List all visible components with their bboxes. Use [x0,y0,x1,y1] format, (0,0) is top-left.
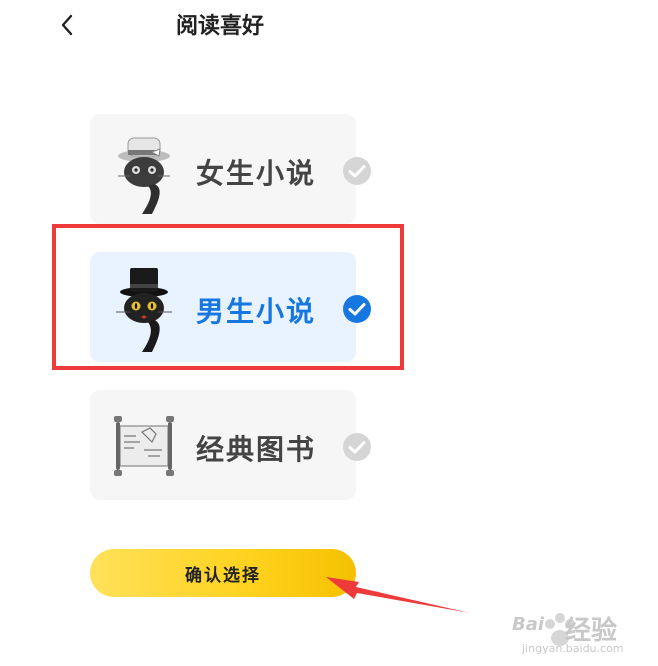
check-circle-icon [343,157,371,185]
watermark-url: jingyan.baidu.com [522,642,624,655]
highlight-annotation-box [52,224,404,370]
confirm-selection-button[interactable]: 确认选择 [90,549,356,597]
header-bar: 阅读喜好 [0,0,658,50]
check-circle-icon [343,433,371,461]
arrow-annotation-icon [326,577,470,613]
page-title: 阅读喜好 [176,13,265,39]
back-button[interactable] [52,8,84,42]
option-card-female-novel[interactable]: 女生小说 [90,114,371,224]
ancient-scroll-icon [114,416,174,476]
option-label: 经典图书 [196,433,317,466]
option-label: 女生小说 [196,157,317,190]
watermark-brand: Bai [512,614,545,635]
chevron-left-icon [61,14,73,36]
option-card-classic-books[interactable]: 经典图书 [90,390,371,500]
cat-with-boater-hat-icon [118,137,170,214]
